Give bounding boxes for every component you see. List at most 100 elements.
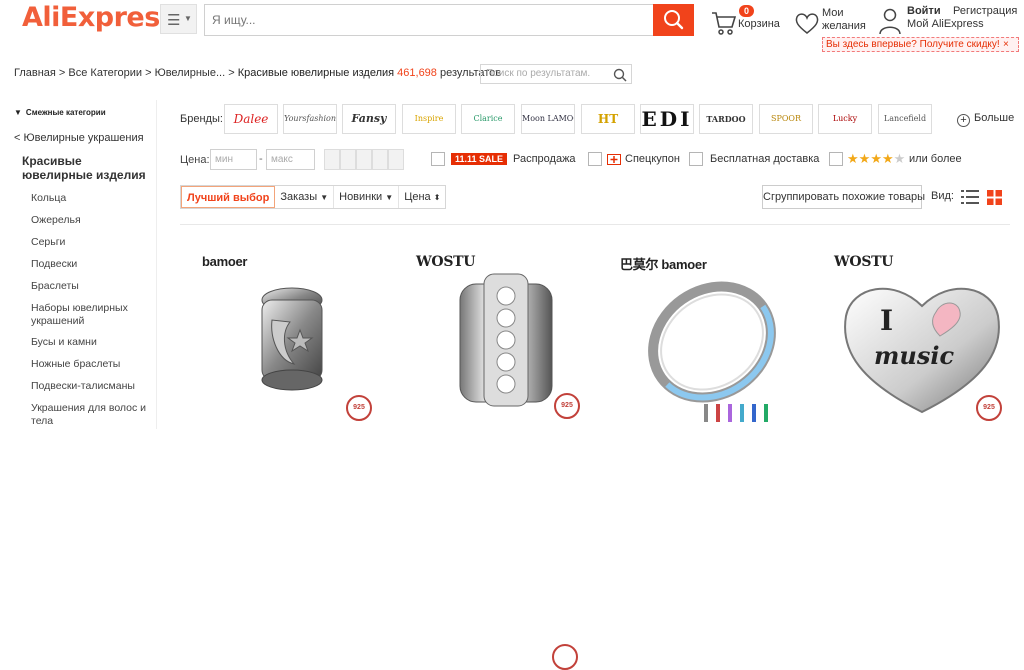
silver-925-badge: 925: [976, 395, 1002, 421]
product-card[interactable]: 巴莫尔 bamoer: [552, 244, 810, 670]
rating-checkbox[interactable]: [829, 152, 843, 166]
brand-logo-ht[interactable]: HT: [581, 104, 635, 134]
login-link[interactable]: Войти: [907, 5, 941, 17]
sidebar-item-anklets[interactable]: Ножные браслеты: [31, 358, 120, 371]
search-within-results-input[interactable]: Поиск по результатам.: [480, 64, 632, 84]
logo-text[interactable]: AliExpress: [22, 2, 176, 33]
aliexpress-logo[interactable]: AliExpress™: [22, 2, 183, 33]
brand-logo-edi[interactable]: EDI: [640, 104, 694, 134]
brand-logo-lucky[interactable]: Lucky: [818, 104, 872, 134]
price-range-segment[interactable]: [356, 149, 372, 170]
view-label: Вид:: [931, 190, 954, 202]
sort-best-match[interactable]: Лучший выбор: [181, 186, 276, 208]
star-empty-icon: ★: [893, 151, 906, 166]
price-max-input[interactable]: макс: [266, 149, 315, 170]
sidebar-item-earrings[interactable]: Серьги: [31, 236, 65, 249]
cart-label: Корзина: [738, 18, 780, 30]
brand-logo-clarice[interactable]: Clarice: [461, 104, 515, 134]
user-icon: [879, 8, 901, 35]
silver-925-badge: 925: [346, 395, 372, 421]
sort-orders[interactable]: Заказы ▼: [275, 186, 335, 208]
product-card[interactable]: WOSTU I music 925: [828, 244, 1024, 429]
wishlist-link[interactable]: Мои желания: [794, 6, 874, 36]
price-range-segment[interactable]: [388, 149, 404, 170]
sidebar-item-rings[interactable]: Кольца: [31, 192, 66, 205]
list-view-icon[interactable]: [961, 190, 979, 204]
results-count: 461,698: [397, 67, 437, 79]
categories-menu-button[interactable]: ☰ ▼: [160, 4, 197, 34]
toolbar-divider: [180, 224, 1010, 225]
sidebar-item-hair-body[interactable]: Украшения для волос и тела: [31, 402, 151, 428]
sidebar-divider: [156, 100, 157, 429]
my-aliexpress-link[interactable]: Мой AliExpress: [907, 18, 984, 30]
sidebar-item-beads[interactable]: Бусы и камни: [31, 336, 97, 349]
wishlist-label: Мои желания: [822, 7, 866, 32]
silver-925-badge-offscreen: [552, 644, 578, 670]
sort-price-label: Цена: [404, 191, 431, 203]
breadcrumb-separator: >: [142, 67, 155, 79]
promo-text: Вы здесь впервые? Получите скидку!: [826, 39, 1000, 50]
new-user-promo[interactable]: Вы здесь впервые? Получите скидку! ×: [822, 37, 1019, 52]
price-range-segment[interactable]: [340, 149, 356, 170]
sub-search-placeholder: Поиск по результатам.: [486, 68, 591, 79]
price-range-segment[interactable]: [372, 149, 388, 170]
sidebar-item-pendants[interactable]: Подвески: [31, 258, 77, 271]
free-shipping-label[interactable]: Бесплатная доставка: [710, 153, 819, 165]
brand-logo-lamoon[interactable]: Moon LAMOON: [521, 104, 575, 134]
product-image-star-moon-charm[interactable]: [230, 278, 360, 408]
search-button[interactable]: [653, 4, 694, 36]
breadcrumb-home[interactable]: Главная: [14, 67, 56, 79]
grid-view-icon[interactable]: [987, 190, 1002, 205]
promo-close[interactable]: ×: [1003, 39, 1009, 50]
group-similar-button[interactable]: Сгруппировать похожие товары: [762, 185, 925, 209]
cart-link[interactable]: 0 Корзина: [710, 5, 790, 36]
breadcrumb-jewelry[interactable]: Ювелирные...: [155, 67, 226, 79]
related-categories-heading: ▼ Смежные категории: [14, 106, 158, 118]
sort-price[interactable]: Цена ⬍: [399, 186, 445, 208]
star-icon: ★: [858, 151, 871, 166]
product-brand: WOSTU: [834, 254, 894, 270]
sidebar-item-necklaces[interactable]: Ожерелья: [31, 214, 81, 227]
category-sidebar: ▼ Смежные категории < Ювелирные украшения…: [14, 106, 158, 427]
sidebar-back-link[interactable]: < Ювелирные украшения: [14, 132, 144, 144]
sale-badge: 11.11 SALE: [451, 153, 508, 165]
sort-bar: Лучший выбор Заказы ▼ Новинки ▼ Цена ⬍: [180, 185, 447, 209]
register-link[interactable]: Регистрация: [953, 5, 1017, 17]
caret-down-icon: ▼: [320, 193, 329, 202]
more-brands-button[interactable]: + Больше: [957, 112, 1014, 127]
coupon-label[interactable]: Спецкупон: [625, 153, 680, 165]
brand-logo-fansy[interactable]: Fansy: [342, 104, 396, 134]
brand-logo-dalee[interactable]: Dalee: [224, 104, 278, 134]
sidebar-item-bracelets[interactable]: Браслеты: [31, 280, 79, 293]
sidebar-item-jewelry-sets[interactable]: Наборы ювелирных украшений: [31, 302, 151, 328]
breadcrumb-all-categories[interactable]: Все Категории: [68, 67, 142, 79]
brands-label: Бренды:: [180, 113, 223, 125]
coupon-checkbox[interactable]: [588, 152, 602, 166]
cart-icon: [712, 12, 737, 35]
brand-logo-lancefield[interactable]: Lancefield: [878, 104, 932, 134]
brand-logo-spoor[interactable]: SPOOR: [759, 104, 813, 134]
price-label: Цена:: [180, 154, 210, 166]
search-input[interactable]: [204, 4, 653, 36]
search-icon[interactable]: [613, 68, 627, 82]
product-image-enamel-ring[interactable]: [624, 264, 804, 429]
free-shipping-checkbox[interactable]: [689, 152, 703, 166]
product-card[interactable]: bamoer 925: [196, 244, 392, 429]
star-icon: ★: [847, 151, 859, 166]
heart-icon: [795, 13, 819, 34]
sale-checkbox[interactable]: [431, 152, 445, 166]
rating-suffix[interactable]: или более: [909, 153, 962, 165]
brand-logo-yoursfashion[interactable]: Yoursfashion: [283, 104, 337, 134]
price-range-segment[interactable]: [324, 149, 340, 170]
brand-logo-tardoo[interactable]: TARDOO: [699, 104, 753, 134]
price-min-input[interactable]: мин: [210, 149, 257, 170]
silver-925-badge: 925: [554, 393, 580, 419]
breadcrumb-separator: >: [225, 67, 238, 79]
sidebar-item-charms[interactable]: Подвески-талисманы: [31, 380, 135, 393]
brand-logo-inspire[interactable]: Inspire: [402, 104, 456, 134]
sale-label[interactable]: Распродажа: [513, 153, 576, 165]
product-image-clip-charm[interactable]: [442, 266, 572, 416]
breadcrumb-separator: >: [55, 67, 69, 79]
sort-newest[interactable]: Новинки ▼: [334, 186, 400, 208]
product-card[interactable]: WOSTU 925: [410, 244, 606, 429]
